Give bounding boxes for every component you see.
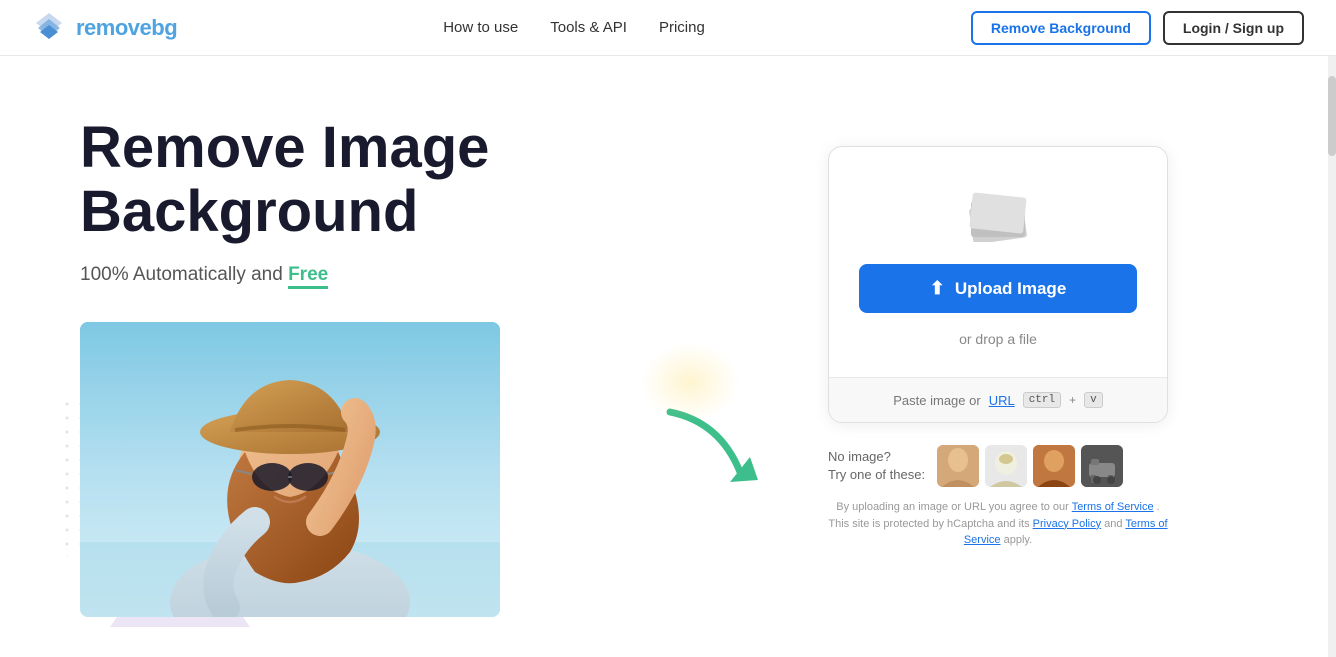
- kbd-ctrl: ctrl: [1023, 392, 1061, 408]
- site-header: removebg How to use Tools & API Pricing …: [0, 0, 1336, 56]
- drop-file-label: or drop a file: [959, 331, 1037, 347]
- upload-icon: ⬆: [930, 278, 945, 299]
- sample-thumb-3[interactable]: [1033, 445, 1075, 487]
- hero-left: Remove Image Background 100% Automatical…: [80, 116, 680, 617]
- hero-photo: [80, 322, 500, 617]
- nav-tools-api[interactable]: Tools & API: [550, 19, 627, 36]
- upload-card: ⬆ Upload Image or drop a file Paste imag…: [828, 146, 1168, 423]
- free-label: Free: [288, 264, 328, 289]
- sample-thumb-1[interactable]: [937, 445, 979, 487]
- kbd-plus: +: [1069, 393, 1076, 407]
- stack-icon: [963, 187, 1033, 242]
- main-nav: How to use Tools & API Pricing: [443, 19, 705, 36]
- url-link[interactable]: URL: [989, 393, 1015, 408]
- kbd-v: v: [1084, 392, 1103, 408]
- terms-text: By uploading an image or URL you agree t…: [828, 499, 1168, 549]
- privacy-link[interactable]: Privacy Policy: [1033, 518, 1101, 530]
- blob-decoration: [640, 342, 740, 422]
- header-buttons: Remove Background Login / Sign up: [971, 11, 1304, 45]
- paste-label: Paste image or: [893, 393, 980, 408]
- upload-btn-label: Upload Image: [955, 279, 1066, 299]
- logo-text: removebg: [76, 15, 177, 41]
- sample-thumb-4[interactable]: [1081, 445, 1123, 487]
- scrollbar-thumb[interactable]: [1328, 76, 1336, 156]
- samples-row: No image? Try one of these:: [828, 445, 1168, 487]
- sample-thumb-2[interactable]: [985, 445, 1027, 487]
- hero-image-area: [80, 322, 680, 617]
- scrollbar-track: [1328, 56, 1336, 657]
- hero-subtitle: 100% Automatically and Free: [80, 264, 680, 286]
- logo-area[interactable]: removebg: [32, 11, 177, 45]
- login-signup-button[interactable]: Login / Sign up: [1163, 11, 1304, 45]
- nav-how-to-use[interactable]: How to use: [443, 19, 518, 36]
- upload-main-area: ⬆ Upload Image or drop a file: [829, 147, 1167, 377]
- no-image-text: No image? Try one of these:: [828, 448, 925, 484]
- main-content: Remove Image Background 100% Automatical…: [0, 56, 1336, 657]
- logo-icon: [32, 11, 66, 45]
- hero-title: Remove Image Background: [80, 116, 680, 244]
- upload-image-button[interactable]: ⬆ Upload Image: [859, 264, 1137, 313]
- remove-background-button[interactable]: Remove Background: [971, 11, 1151, 45]
- paste-area: Paste image or URL ctrl + v: [829, 377, 1167, 422]
- nav-pricing[interactable]: Pricing: [659, 19, 705, 36]
- sample-thumbs: [937, 445, 1123, 487]
- tos-link-1[interactable]: Terms of Service: [1072, 501, 1154, 513]
